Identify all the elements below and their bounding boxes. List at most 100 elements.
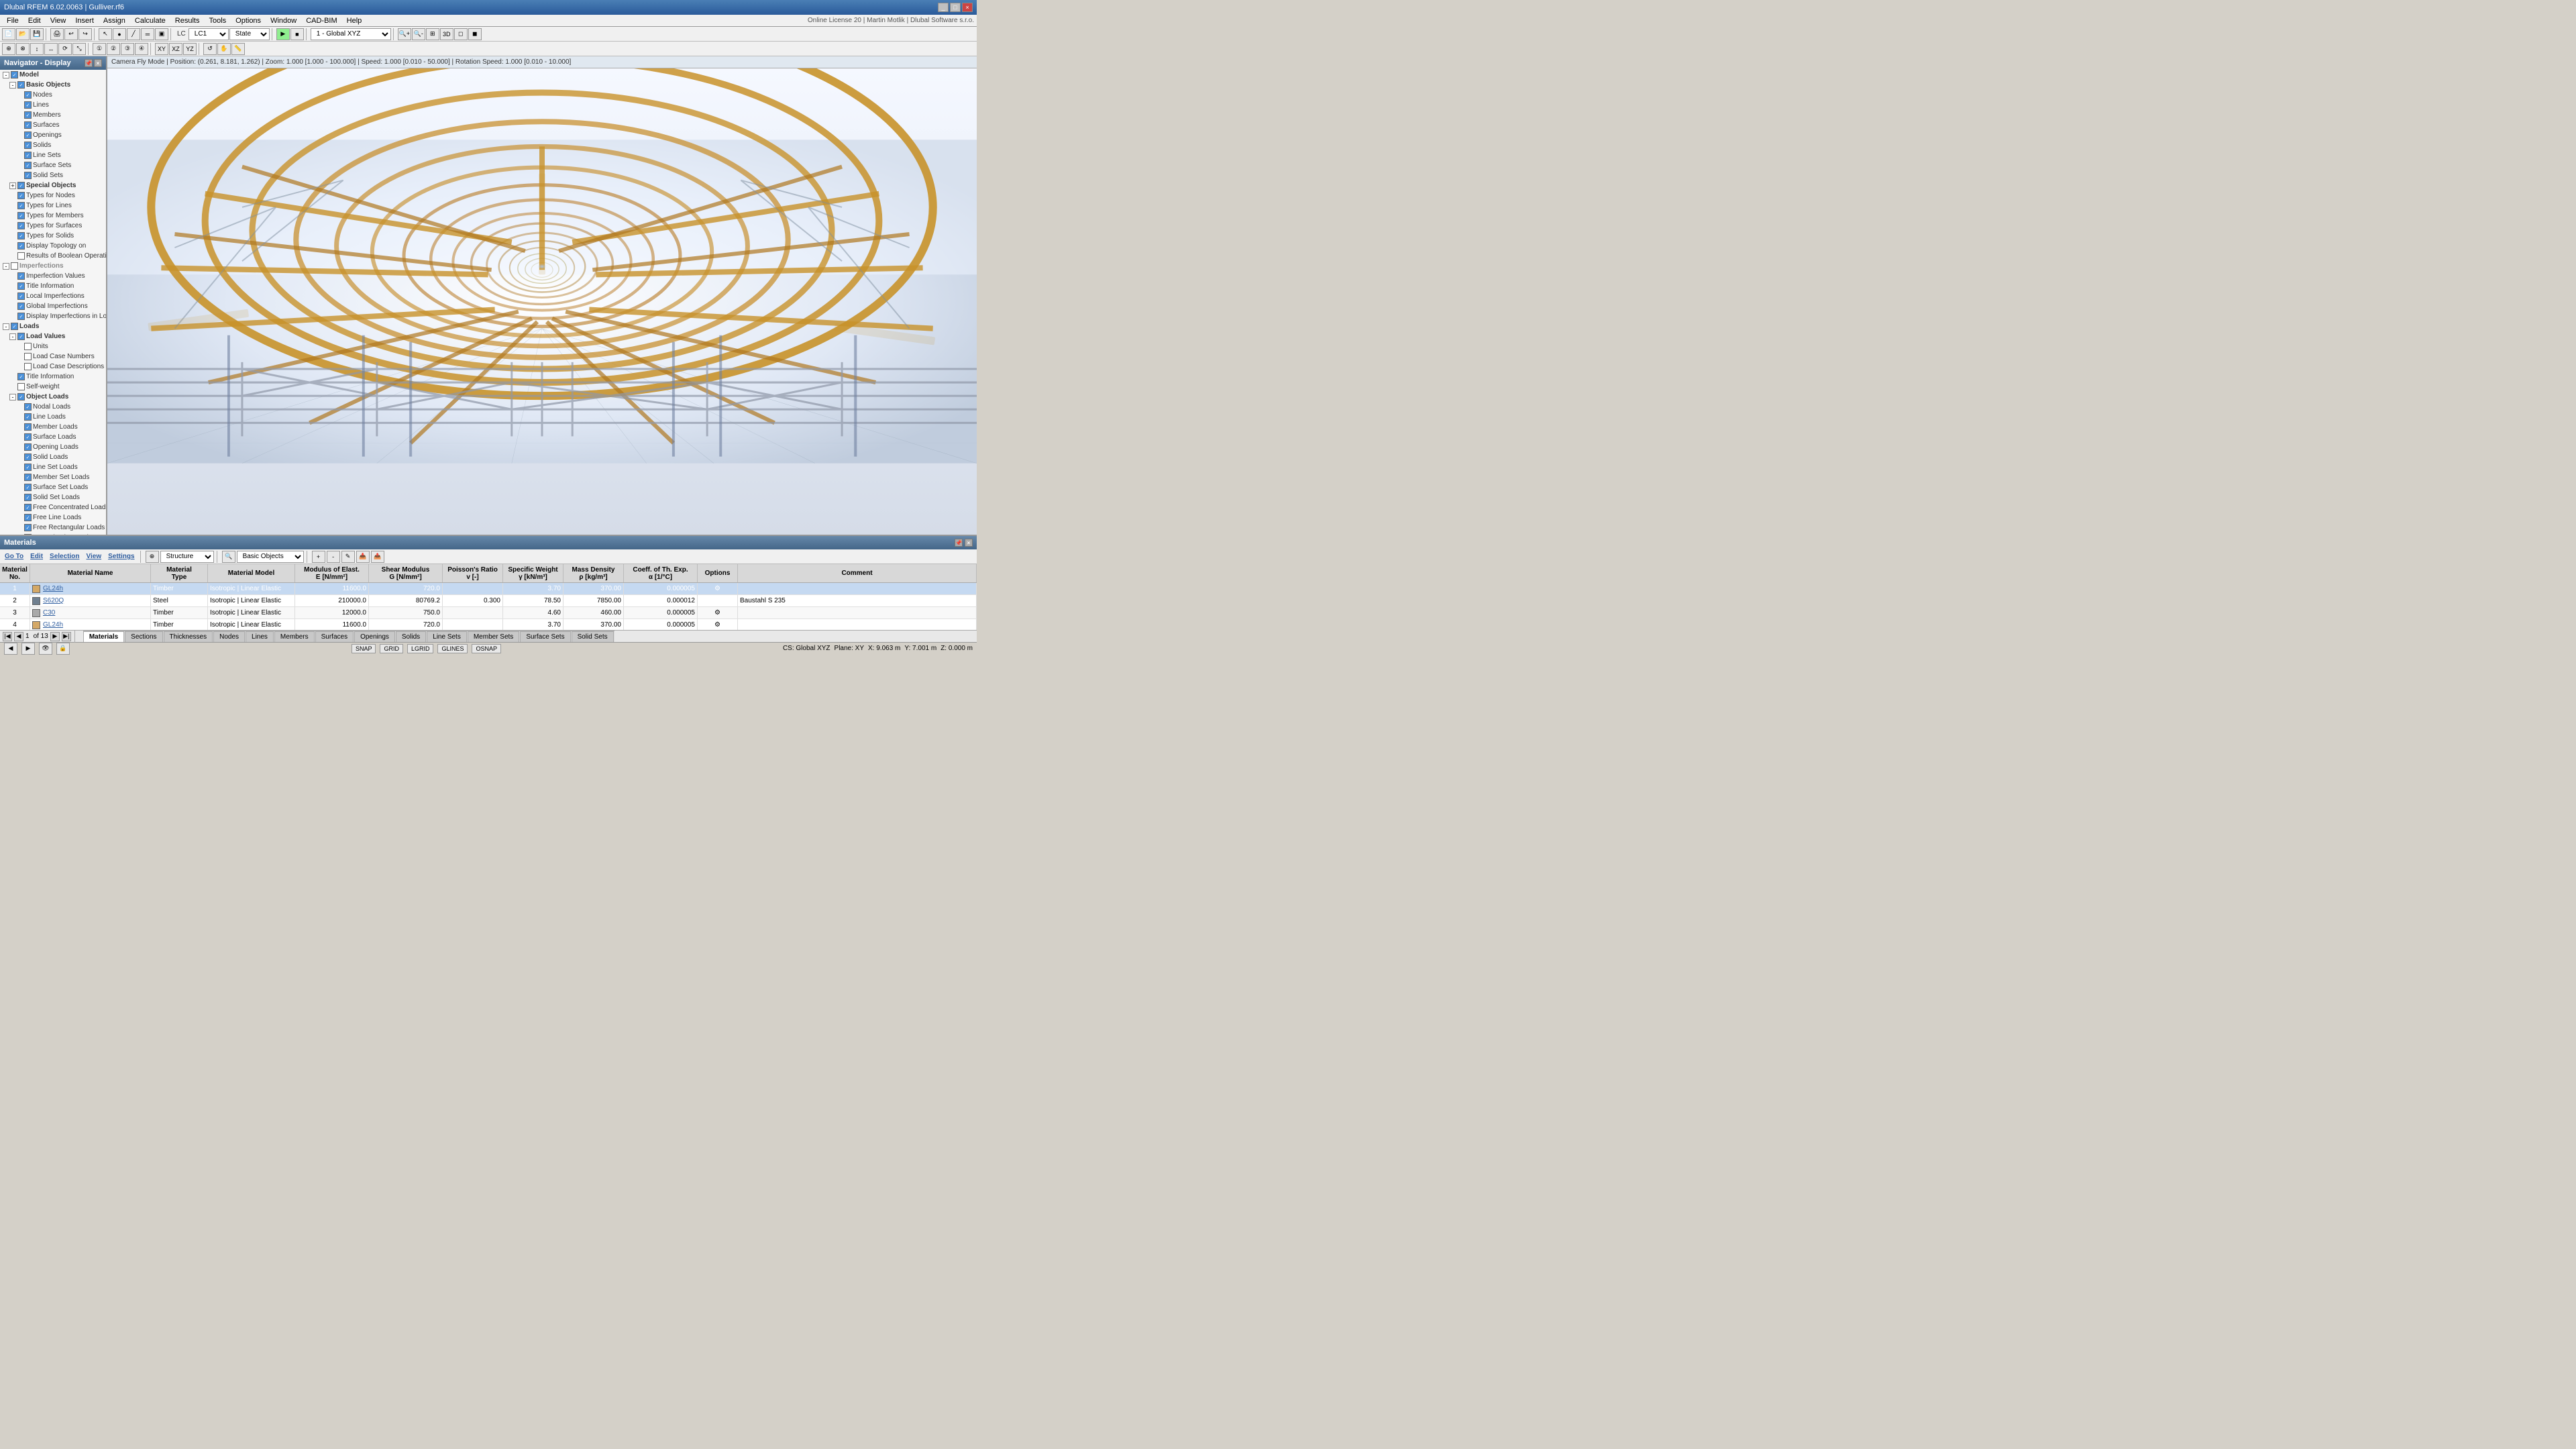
nav-checkbox[interactable] xyxy=(17,292,25,300)
nav-item-types-for-nodes[interactable]: Types for Nodes xyxy=(0,191,106,201)
nav-checkbox[interactable] xyxy=(17,81,25,89)
menu-calculate[interactable]: Calculate xyxy=(131,16,170,25)
nav-item-opening-loads[interactable]: Opening Loads xyxy=(0,442,106,452)
nav-pin-button[interactable]: 📌 xyxy=(85,59,93,67)
nav-checkbox[interactable] xyxy=(17,333,25,340)
minimize-button[interactable]: _ xyxy=(938,3,949,12)
nav-item-loads[interactable]: Loads xyxy=(0,321,106,331)
tb2-13[interactable]: YZ xyxy=(183,43,197,55)
tb2-pan[interactable]: ✋ xyxy=(217,43,231,55)
bottom-tab-line-sets[interactable]: Line Sets xyxy=(427,631,467,642)
tb-mat-del[interactable]: - xyxy=(327,551,340,563)
menu-assign[interactable]: Assign xyxy=(99,16,129,25)
nav-item-free-line-loads[interactable]: Free Line Loads xyxy=(0,513,106,523)
table-row[interactable]: 4GL24hTimberIsotropic | Linear Elastic11… xyxy=(0,619,977,630)
nav-checkbox[interactable] xyxy=(17,222,25,229)
bottom-tab-thicknesses[interactable]: Thicknesses xyxy=(164,631,213,642)
view-label[interactable]: View xyxy=(84,553,105,560)
nav-checkbox[interactable] xyxy=(24,534,32,535)
nav-item-solid-sets[interactable]: Solid Sets xyxy=(0,170,106,180)
tb-member[interactable]: ═ xyxy=(141,28,154,40)
tb2-9[interactable]: ③ xyxy=(121,43,134,55)
nav-item-solids[interactable]: Solids xyxy=(0,140,106,150)
nav-item-title-information[interactable]: Title Information xyxy=(0,281,106,291)
nav-checkbox[interactable] xyxy=(24,453,32,461)
tb-stop[interactable]: ■ xyxy=(290,28,304,40)
nav-item-solid-set-loads[interactable]: Solid Set Loads xyxy=(0,492,106,502)
nav-checkbox[interactable] xyxy=(17,242,25,250)
nav-item-special-objects[interactable]: Special Objects xyxy=(0,180,106,191)
nav-item-title-information[interactable]: Title Information xyxy=(0,372,106,382)
nav-checkbox[interactable] xyxy=(24,111,32,119)
tb-wireframe[interactable]: ◻ xyxy=(454,28,468,40)
nav-item-basic-objects[interactable]: Basic Objects xyxy=(0,80,106,90)
nav-checkbox[interactable] xyxy=(24,524,32,531)
nav-item-types-for-surfaces[interactable]: Types for Surfaces xyxy=(0,221,106,231)
nav-item-load-case-numbers[interactable]: Load Case Numbers xyxy=(0,352,106,362)
nav-checkbox[interactable] xyxy=(24,474,32,481)
viewport-canvas[interactable] xyxy=(107,68,977,535)
nav-checkbox[interactable] xyxy=(17,303,25,310)
edit-label[interactable]: Edit xyxy=(28,553,46,560)
tb-undo[interactable]: ↩ xyxy=(64,28,78,40)
nav-checkbox[interactable] xyxy=(24,121,32,129)
bottom-tab-solid-sets[interactable]: Solid Sets xyxy=(572,631,614,642)
nav-item-surfaces[interactable]: Surfaces xyxy=(0,120,106,130)
nav-item-types-for-members[interactable]: Types for Members xyxy=(0,211,106,221)
nav-checkbox[interactable] xyxy=(24,131,32,139)
nav-checkbox[interactable] xyxy=(17,232,25,239)
nav-prev[interactable]: ◀ xyxy=(14,632,23,641)
nav-checkbox[interactable] xyxy=(17,383,25,390)
nav-next[interactable]: ▶ xyxy=(50,632,60,641)
nav-item-free-rectangular-loads[interactable]: Free Rectangular Loads xyxy=(0,523,106,533)
tb-zoom-all[interactable]: ⊞ xyxy=(426,28,439,40)
nav-item-free-concentrated-loads[interactable]: Free Concentrated Loads xyxy=(0,502,106,513)
menu-insert[interactable]: Insert xyxy=(71,16,98,25)
menu-edit[interactable]: Edit xyxy=(24,16,45,25)
table-row[interactable]: 1GL24hTimberIsotropic | Linear Elastic11… xyxy=(0,583,977,595)
nav-item-members[interactable]: Members xyxy=(0,110,106,120)
nav-item-load-case-descriptions[interactable]: Load Case Descriptions xyxy=(0,362,106,372)
nav-checkbox[interactable] xyxy=(11,323,18,330)
nav-checkbox[interactable] xyxy=(17,182,25,189)
nav-item-display-imperfections-in-lo[interactable]: Display Imperfections in Lo... xyxy=(0,311,106,321)
nav-checkbox[interactable] xyxy=(24,484,32,491)
nav-checkbox[interactable] xyxy=(17,272,25,280)
nav-expander[interactable] xyxy=(3,72,9,78)
menu-results[interactable]: Results xyxy=(171,16,204,25)
tb-new[interactable]: 📄 xyxy=(2,28,15,40)
tb-line[interactable]: ╱ xyxy=(127,28,140,40)
tb2-6[interactable]: ⤡ xyxy=(72,43,86,55)
nav-item-object-loads[interactable]: Object Loads xyxy=(0,392,106,402)
nav-checkbox[interactable] xyxy=(24,91,32,99)
state-dropdown[interactable]: State xyxy=(229,28,270,40)
nav-checkbox[interactable] xyxy=(17,393,25,400)
nav-expander[interactable] xyxy=(9,394,16,400)
tb2-7[interactable]: ① xyxy=(93,43,106,55)
nav-checkbox[interactable] xyxy=(24,142,32,149)
nav-expander[interactable] xyxy=(9,82,16,89)
materials-close-button[interactable]: × xyxy=(965,539,973,547)
close-button[interactable]: × xyxy=(962,3,973,12)
bottom-tab-member-sets[interactable]: Member Sets xyxy=(468,631,519,642)
lc-dropdown[interactable]: LC1 xyxy=(189,28,229,40)
nav-checkbox[interactable] xyxy=(17,212,25,219)
bottom-tab-surfaces[interactable]: Surfaces xyxy=(315,631,354,642)
goto-label[interactable]: Go To xyxy=(2,553,26,560)
tb-run[interactable]: ▶ xyxy=(276,28,290,40)
tb-mat-1[interactable]: ⊕ xyxy=(146,551,159,563)
nav-item-load-values[interactable]: Load Values xyxy=(0,331,106,341)
nav-expander[interactable] xyxy=(3,323,9,330)
snap-button[interactable]: SNAP xyxy=(352,644,376,653)
status-nav-2[interactable]: ▶ xyxy=(21,643,35,655)
nav-item-solid-loads[interactable]: Solid Loads xyxy=(0,452,106,462)
tb-mat-filter[interactable]: 🔍 xyxy=(222,551,235,563)
nav-checkbox[interactable] xyxy=(24,494,32,501)
nav-checkbox[interactable] xyxy=(17,313,25,320)
basic-objects-dropdown[interactable]: Basic Objects xyxy=(237,551,304,563)
nav-item-types-for-solids[interactable]: Types for Solids xyxy=(0,231,106,241)
nav-first[interactable]: |◀ xyxy=(3,632,12,641)
table-row[interactable]: 3C30TimberIsotropic | Linear Elastic1200… xyxy=(0,607,977,619)
nav-item-self-weight[interactable]: Self-weight xyxy=(0,382,106,392)
tb-redo[interactable]: ↪ xyxy=(78,28,92,40)
